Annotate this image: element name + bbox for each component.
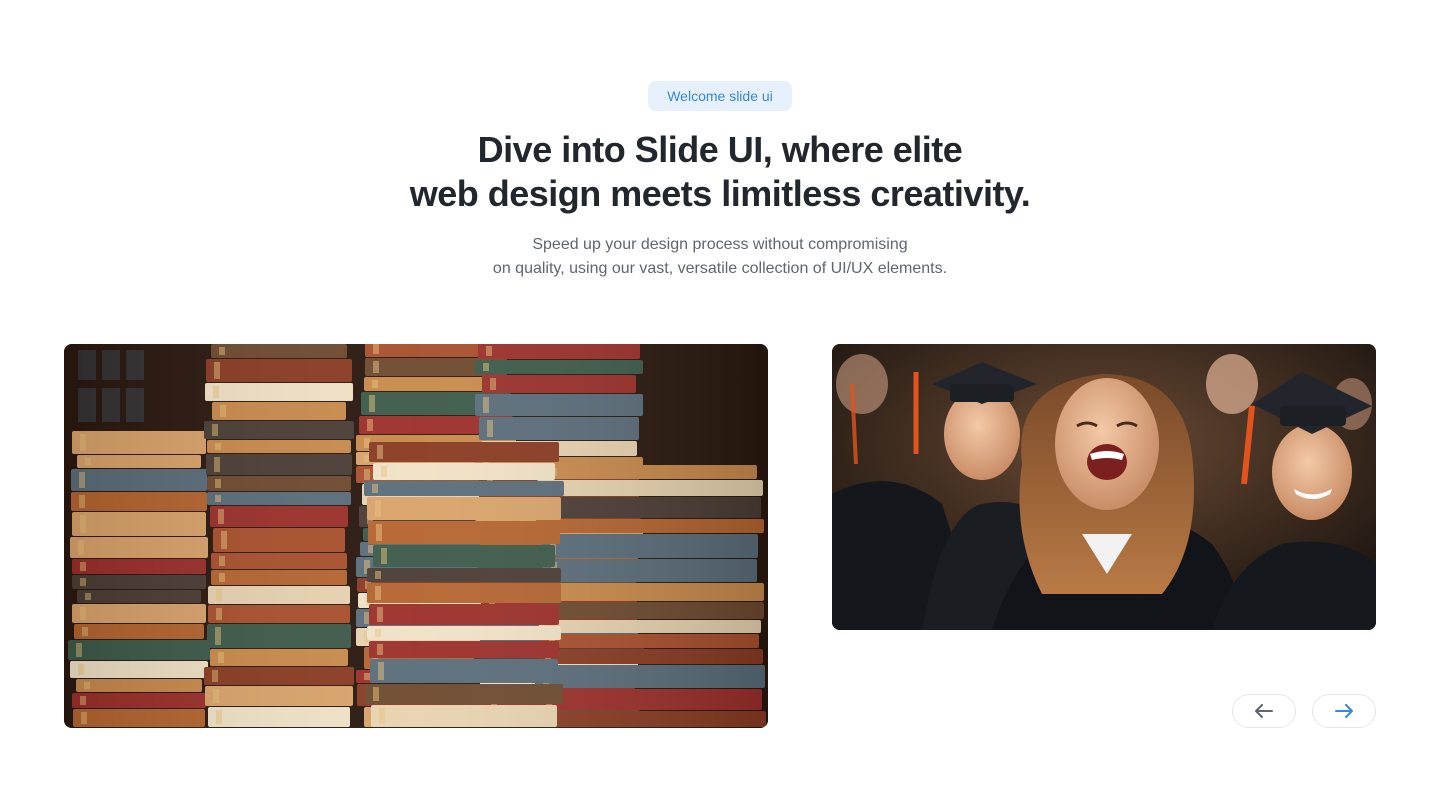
subtext-line-1: Speed up your design process without com…	[532, 236, 908, 253]
hero-subtext: Speed up your design process without com…	[380, 233, 1060, 281]
graduates-illustration	[832, 344, 1376, 630]
previous-slide-button[interactable]	[1232, 694, 1296, 728]
graduates-image[interactable]	[832, 344, 1376, 630]
subtext-line-2: on quality, using our vast, versatile co…	[492, 260, 948, 277]
page-headline: Dive into Slide UI, where elite web desi…	[300, 128, 1140, 216]
headline-line-1: Dive into Slide UI, where elite	[477, 129, 963, 170]
arrow-left-icon	[1255, 704, 1273, 718]
stacked-books-image[interactable]	[64, 344, 768, 728]
headline-line-2: web design meets limitless creativity.	[409, 173, 1031, 214]
books-illustration	[64, 344, 768, 728]
next-slide-button[interactable]	[1312, 694, 1376, 728]
welcome-badge: Welcome slide ui	[648, 81, 792, 111]
arrow-right-icon	[1335, 704, 1353, 718]
